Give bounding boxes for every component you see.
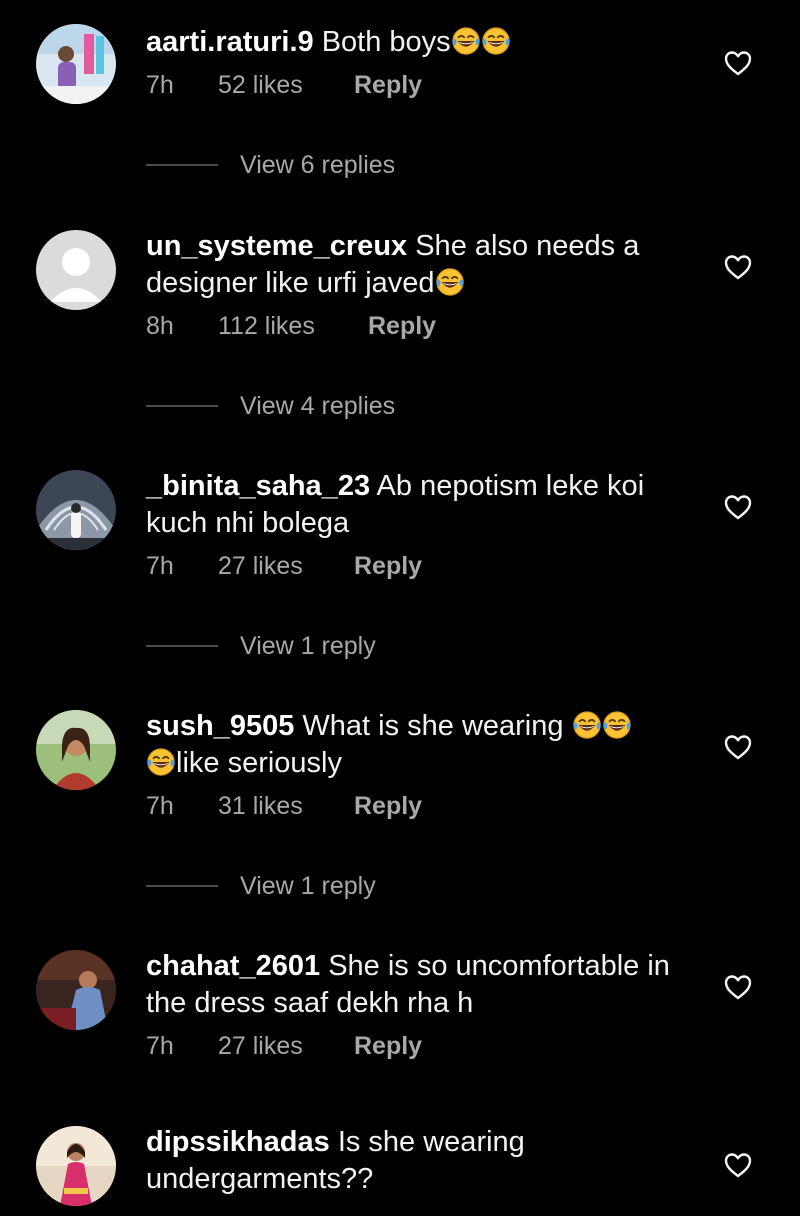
comment-likes[interactable]: 52 likes bbox=[218, 69, 354, 101]
heart-outline-icon[interactable] bbox=[724, 494, 752, 520]
comment-username[interactable]: sush_9505 bbox=[146, 710, 294, 742]
laughing-emoji-icon bbox=[146, 747, 176, 777]
laughing-emoji-icon bbox=[435, 267, 465, 297]
reply-button[interactable]: Reply bbox=[368, 310, 436, 342]
comment-likes[interactable]: 27 likes bbox=[218, 550, 354, 582]
comment-likes[interactable]: 31 likes bbox=[218, 790, 354, 822]
avatar[interactable] bbox=[36, 470, 116, 550]
view-replies-button[interactable]: View 1 reply bbox=[146, 630, 376, 662]
avatar[interactable] bbox=[36, 710, 116, 790]
comment-username[interactable]: un_systeme_creux bbox=[146, 230, 407, 262]
comment-time: 7h bbox=[146, 792, 174, 820]
avatar[interactable] bbox=[36, 950, 116, 1030]
divider bbox=[146, 405, 218, 407]
reply-button[interactable]: Reply bbox=[354, 1030, 422, 1062]
heart-outline-icon[interactable] bbox=[724, 50, 752, 76]
comment-time: 8h bbox=[146, 312, 174, 340]
comment-text: dipssikhadas Is she wearing undergarment… bbox=[146, 1124, 706, 1198]
comment-meta: 7h 31 likes Reply bbox=[146, 790, 706, 822]
divider bbox=[146, 164, 218, 166]
view-replies-label[interactable]: View 4 replies bbox=[240, 392, 395, 421]
comment-meta: 7h 52 likes Reply bbox=[146, 69, 706, 101]
reply-button[interactable]: Reply bbox=[354, 69, 422, 101]
view-replies-label[interactable]: View 1 reply bbox=[240, 632, 376, 661]
comment-body: aarti.raturi.9 Both boys 7h 52 likes Reply bbox=[146, 24, 706, 101]
divider bbox=[146, 645, 218, 647]
laughing-emoji-icon bbox=[481, 26, 511, 56]
view-replies-label[interactable]: View 1 reply bbox=[240, 872, 376, 901]
comment-body: sush_9505 What is she wearing like serio… bbox=[146, 708, 706, 822]
reply-button[interactable]: Reply bbox=[354, 790, 422, 822]
comment-message: like seriously bbox=[176, 747, 342, 779]
comment-text: un_systeme_creux She also needs a design… bbox=[146, 228, 706, 302]
reply-button[interactable]: Reply bbox=[354, 550, 422, 582]
comment-meta: 7h 27 likes Reply bbox=[146, 1030, 706, 1062]
avatar[interactable] bbox=[36, 24, 116, 104]
comment-meta: 7h 27 likes Reply bbox=[146, 550, 706, 582]
comment-username[interactable]: dipssikhadas bbox=[146, 1126, 330, 1158]
heart-outline-icon[interactable] bbox=[724, 254, 752, 280]
laughing-emoji-icon bbox=[602, 710, 632, 740]
view-replies-button[interactable]: View 1 reply bbox=[146, 870, 376, 902]
comment-time: 7h bbox=[146, 1032, 174, 1060]
comment-time: 7h bbox=[146, 71, 174, 99]
comment-text: sush_9505 What is she wearing like serio… bbox=[146, 708, 706, 782]
comment-username[interactable]: chahat_2601 bbox=[146, 950, 320, 982]
comment-body: _binita_saha_23 Ab nepotism leke koi kuc… bbox=[146, 468, 706, 582]
view-replies-label[interactable]: View 6 replies bbox=[240, 151, 395, 180]
comment-username[interactable]: _binita_saha_23 bbox=[146, 470, 370, 502]
heart-outline-icon[interactable] bbox=[724, 974, 752, 1000]
comment-text: chahat_2601 She is so uncomfortable in t… bbox=[146, 948, 706, 1022]
comment-message: Both boys bbox=[321, 26, 451, 58]
comment-time: 7h bbox=[146, 552, 174, 580]
avatar[interactable] bbox=[36, 230, 116, 310]
heart-outline-icon[interactable] bbox=[724, 1152, 752, 1178]
comment-likes[interactable]: 112 likes bbox=[218, 310, 368, 342]
divider bbox=[146, 885, 218, 887]
avatar[interactable] bbox=[36, 1126, 116, 1206]
comment-message: What is she wearing bbox=[302, 710, 564, 742]
comment-meta: 8h 112 likes Reply bbox=[146, 310, 706, 342]
view-replies-button[interactable]: View 6 replies bbox=[146, 149, 395, 181]
comment-likes[interactable]: 27 likes bbox=[218, 1030, 354, 1062]
view-replies-button[interactable]: View 4 replies bbox=[146, 390, 395, 422]
laughing-emoji-icon bbox=[451, 26, 481, 56]
comment-body: un_systeme_creux She also needs a design… bbox=[146, 228, 706, 342]
comment-text: _binita_saha_23 Ab nepotism leke koi kuc… bbox=[146, 468, 706, 542]
comment-username[interactable]: aarti.raturi.9 bbox=[146, 26, 314, 58]
laughing-emoji-icon bbox=[572, 710, 602, 740]
comment-body: dipssikhadas Is she wearing undergarment… bbox=[146, 1124, 706, 1198]
comment-body: chahat_2601 She is so uncomfortable in t… bbox=[146, 948, 706, 1062]
comment-text: aarti.raturi.9 Both boys bbox=[146, 24, 706, 61]
heart-outline-icon[interactable] bbox=[724, 734, 752, 760]
